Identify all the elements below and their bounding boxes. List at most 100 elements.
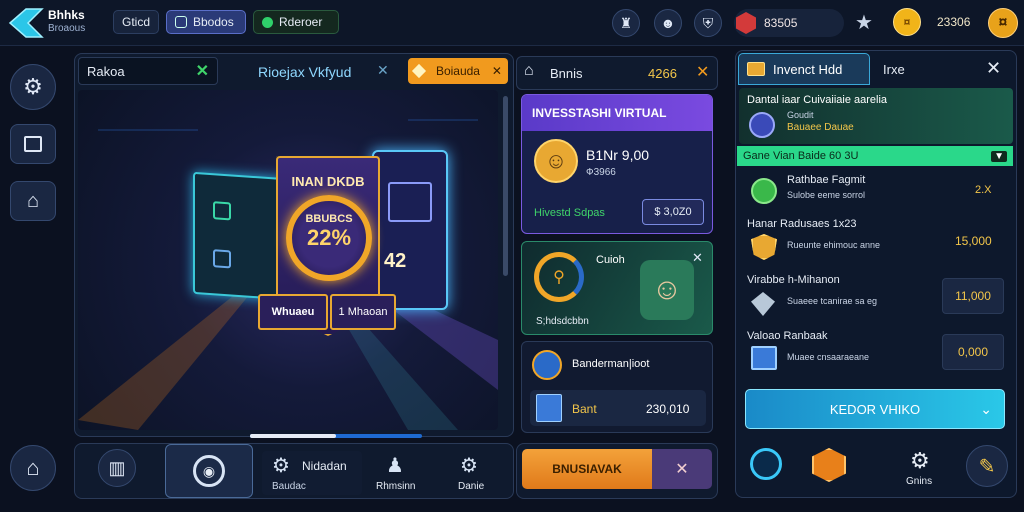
close-icon[interactable]: ✕ <box>986 58 1001 79</box>
medal-button[interactable] <box>812 448 846 484</box>
nav-book[interactable] <box>10 124 56 164</box>
side-tab-active[interactable]: Invenct Hdd <box>738 53 870 85</box>
gem-counter[interactable]: 83505 <box>734 9 844 37</box>
side-tab-other[interactable]: Irxe <box>883 62 905 77</box>
camera-label: Gnins <box>906 476 933 487</box>
ring: BBUBCS 22% <box>286 195 372 281</box>
confirm-button[interactable]: BNUSIAVAK <box>522 449 652 489</box>
bottom-item-sub: Baudac <box>272 481 306 492</box>
screen-icon <box>213 249 231 269</box>
close-icon: ✕ <box>491 64 502 78</box>
chevron-down-icon: ▼ <box>991 150 1007 162</box>
carousel-track[interactable] <box>250 434 422 438</box>
promo-label: Boiauda <box>435 64 480 78</box>
row-sub: Sulobe eeme sorrol <box>787 190 866 200</box>
gear-icon: ⚙ <box>272 455 290 477</box>
promo-tab[interactable]: Boiauda ✕ <box>408 58 508 84</box>
invest-card[interactable]: INVESSTASHI VIRTUAL ☺ B1Nr 9,00 Ф3966 Hi… <box>521 94 713 234</box>
invest-value-box[interactable]: $ 3,0Z0 <box>642 199 704 225</box>
ring-top-label: BBUBCS <box>305 213 353 225</box>
bottom-item-3[interactable]: ⚙ Danie <box>446 451 502 495</box>
bank-label: Bant <box>572 402 597 416</box>
bottom-book-button[interactable]: ▥ <box>98 449 136 487</box>
right-header-label: Bnnis <box>550 66 583 81</box>
card-button-right[interactable]: 1 Mhaoan <box>330 294 396 330</box>
person-icon: ♟ <box>386 455 404 477</box>
tab-rderoer[interactable]: Rderoer <box>253 10 339 34</box>
main-title: Rioejax Vkfyud <box>258 64 352 80</box>
list-item[interactable]: Virabbe h-Mihanon Suaeee tcanirae sa eg … <box>739 272 1013 328</box>
promo-footer: S;hdsdcbbn <box>536 316 589 327</box>
invest-header: INVESSTASHI VIRTUAL <box>522 95 712 131</box>
brand-line-2: Broaous <box>48 23 86 34</box>
main-header-left[interactable]: Rakoa ✕ <box>78 57 218 85</box>
close-icon[interactable]: ✕ <box>377 62 389 79</box>
bottom-item-2[interactable]: ♟ Rhmsinn <box>372 451 432 495</box>
camera-icon: ⚙ <box>910 448 930 473</box>
close-icon[interactable]: ✕ <box>196 61 209 81</box>
row-value: 11,000 <box>955 289 991 303</box>
bottom-item-label: Nidadan <box>302 459 347 473</box>
profile-icon <box>175 16 187 28</box>
list-item[interactable]: Valoao Ranbaak Muaee cnsaaraeane 0,000 <box>739 328 1013 380</box>
list-item[interactable]: Hanar Radusaes 1x23 Rueunte ehimouc anne… <box>739 216 1013 270</box>
row-sub: Muaee cnsaaraeane <box>787 352 870 362</box>
card-button-left[interactable]: Whuaeu <box>258 294 328 330</box>
close-icon[interactable]: ✕ <box>692 250 703 266</box>
invest-footer: Hivestd Sdpas <box>534 207 605 219</box>
diamond-icon <box>751 292 775 316</box>
home-icon: ⌂ <box>26 189 40 212</box>
character-button[interactable]: ☻ <box>654 9 682 37</box>
tab-bbodos[interactable]: Bbodos <box>166 10 246 34</box>
gear-icon: ⚙ <box>460 455 478 477</box>
avatar: ☺ <box>640 260 694 320</box>
nav-settings[interactable]: ⚙ <box>10 64 56 110</box>
right-col-header <box>516 56 718 90</box>
avatar: ☺ <box>534 139 578 183</box>
invest-sub: Ф3966 <box>586 167 616 178</box>
trophy-button[interactable]: ♜ <box>612 9 640 37</box>
character-icon: ☻ <box>660 15 676 31</box>
scrollbar[interactable] <box>503 96 508 276</box>
carousel-indicator <box>250 434 336 438</box>
shield-button[interactable]: ⛨ <box>694 9 722 37</box>
tab-gticd[interactable]: Gticd <box>113 10 159 34</box>
shield-icon: ⛨ <box>702 14 714 31</box>
add-coin-button[interactable]: ¤ <box>988 8 1018 38</box>
list-item[interactable]: Rathbae Fagmit Sulobe eeme sorrol 2.X <box>739 168 1013 216</box>
edit-button[interactable]: ✎ <box>966 445 1008 487</box>
bottom-center-button[interactable]: ◉ <box>165 444 253 498</box>
bottom-item-1[interactable]: ⚙ Nidadan Baudac <box>262 451 362 495</box>
brand-name: Bhhks Broaous <box>48 9 85 35</box>
crate-icon <box>751 346 777 370</box>
progress-ring: ⚲ <box>534 252 584 302</box>
app-logo[interactable] <box>6 6 46 40</box>
row-value: 0,000 <box>957 345 989 359</box>
side-tab-label: Invenct Hdd <box>773 61 843 77</box>
row-value: 15,000 <box>955 234 992 248</box>
row-sub: Rueunte ehimouc anne <box>787 240 881 250</box>
row-value-box[interactable]: 11,000 <box>942 278 1004 314</box>
bank-card[interactable]: Banderman|ioot Bant 230,010 <box>521 341 713 433</box>
bank-row[interactable]: Bant 230,010 <box>530 390 706 426</box>
coin-icon: ¤ <box>893 8 921 36</box>
row-title: Rathbae Fagmit <box>787 174 866 186</box>
nav-home-bottom[interactable]: ⌂ <box>10 445 56 491</box>
close-icon[interactable]: ✕ <box>696 62 709 82</box>
side-cta-button[interactable]: KEDOR VHIKO ⌄ <box>745 389 1005 429</box>
bank-value: 230,010 <box>646 402 690 416</box>
row-value-box[interactable]: 0,000 <box>942 334 1004 370</box>
bottom-item-label: Rhmsinn <box>376 481 416 492</box>
tab-label: Bbodos <box>193 15 234 29</box>
dot-icon <box>262 16 273 28</box>
portal-button[interactable] <box>748 446 784 486</box>
cancel-button[interactable]: ✕ <box>652 449 712 489</box>
camera-button[interactable]: ⚙ Gnins <box>896 446 952 492</box>
row-sub: Suaeee tcanirae sa eg <box>787 296 878 306</box>
nav-home[interactable]: ⌂ <box>10 181 56 221</box>
orb-icon <box>751 178 777 204</box>
promo-card[interactable]: ⚲ Cuioh ✕ ☺ S;hdsdcbbn <box>521 241 713 335</box>
star-icon[interactable]: ★ <box>855 10 873 35</box>
side-banner[interactable]: Gane Vian Baide 60 3U ▼ <box>737 146 1013 166</box>
intro-title: Dantal iaar Cuivaiiaie aarelia <box>747 94 888 106</box>
